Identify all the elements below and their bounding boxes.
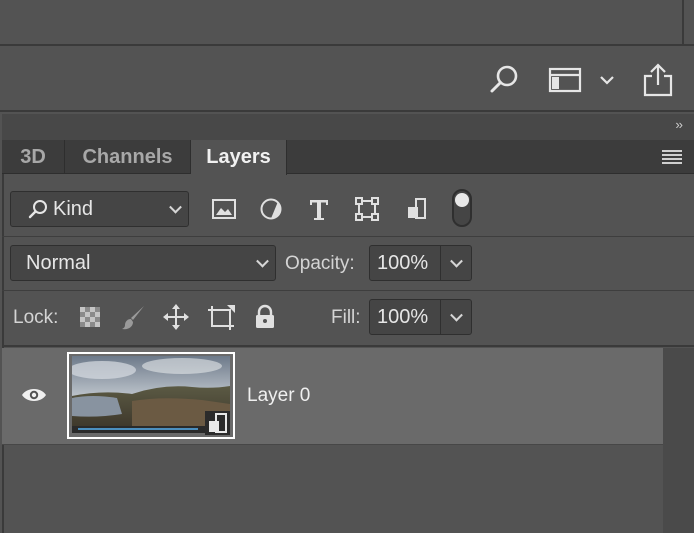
divider: [2, 345, 694, 347]
chevron-down-icon: [169, 200, 182, 214]
kind-filter-label: Kind: [53, 197, 94, 220]
type-filter-icon[interactable]: [305, 196, 333, 222]
layer-name[interactable]: Layer 0: [247, 385, 310, 407]
share-icon[interactable]: [640, 60, 676, 100]
layer-list-scroll-area[interactable]: [663, 348, 694, 533]
collapse-panel-button[interactable]: ››: [675, 117, 683, 132]
divider: [2, 236, 694, 237]
shape-filter-icon[interactable]: [353, 196, 381, 222]
search-icon[interactable]: [486, 60, 522, 100]
smart-object-badge-icon: [205, 411, 230, 435]
chevron-down-icon: [450, 308, 463, 322]
panel-header-bar: [2, 114, 694, 140]
lock-label: Lock:: [13, 307, 59, 328]
fill-label: Fill:: [331, 307, 361, 328]
tab-layers[interactable]: Layers: [191, 140, 287, 175]
lock-image-pixels-icon[interactable]: [120, 303, 148, 331]
lock-transparent-pixels-icon[interactable]: [79, 306, 101, 328]
kind-filter-select[interactable]: Kind: [10, 191, 189, 227]
workspace-icon[interactable]: [546, 60, 584, 100]
eye-icon[interactable]: [20, 386, 48, 404]
fill-input[interactable]: 100%: [369, 299, 441, 335]
tab-channels[interactable]: Channels: [65, 140, 191, 174]
tab-3d[interactable]: 3D: [2, 140, 65, 174]
chevron-down-icon: [450, 254, 463, 268]
adjustment-filter-icon[interactable]: [257, 196, 285, 222]
smart-object-filter-icon[interactable]: [403, 196, 431, 222]
filter-toggle[interactable]: [452, 189, 472, 227]
blend-mode-value: Normal: [26, 251, 91, 274]
fill-dropdown-button[interactable]: [440, 299, 472, 335]
chevron-down-icon: [256, 254, 269, 268]
top-strip-edge: [682, 0, 694, 46]
lock-artboard-icon[interactable]: [207, 303, 237, 331]
search-icon: [28, 200, 47, 219]
toggle-knob: [455, 193, 469, 207]
opacity-input[interactable]: 100%: [369, 245, 441, 281]
fill-value: 100%: [377, 305, 429, 328]
blend-mode-select[interactable]: Normal: [10, 245, 276, 281]
top-strip: [0, 0, 694, 46]
lock-all-icon[interactable]: [253, 304, 277, 330]
panel-menu-icon[interactable]: [662, 150, 682, 164]
divider: [2, 444, 663, 445]
divider: [2, 290, 694, 291]
chevron-down-icon[interactable]: [597, 60, 617, 100]
opacity-value: 100%: [377, 251, 429, 274]
opacity-dropdown-button[interactable]: [440, 245, 472, 281]
lock-position-icon[interactable]: [162, 303, 190, 331]
opacity-label: Opacity:: [285, 253, 355, 274]
options-bar: [0, 48, 694, 112]
image-filter-icon[interactable]: [210, 196, 238, 222]
